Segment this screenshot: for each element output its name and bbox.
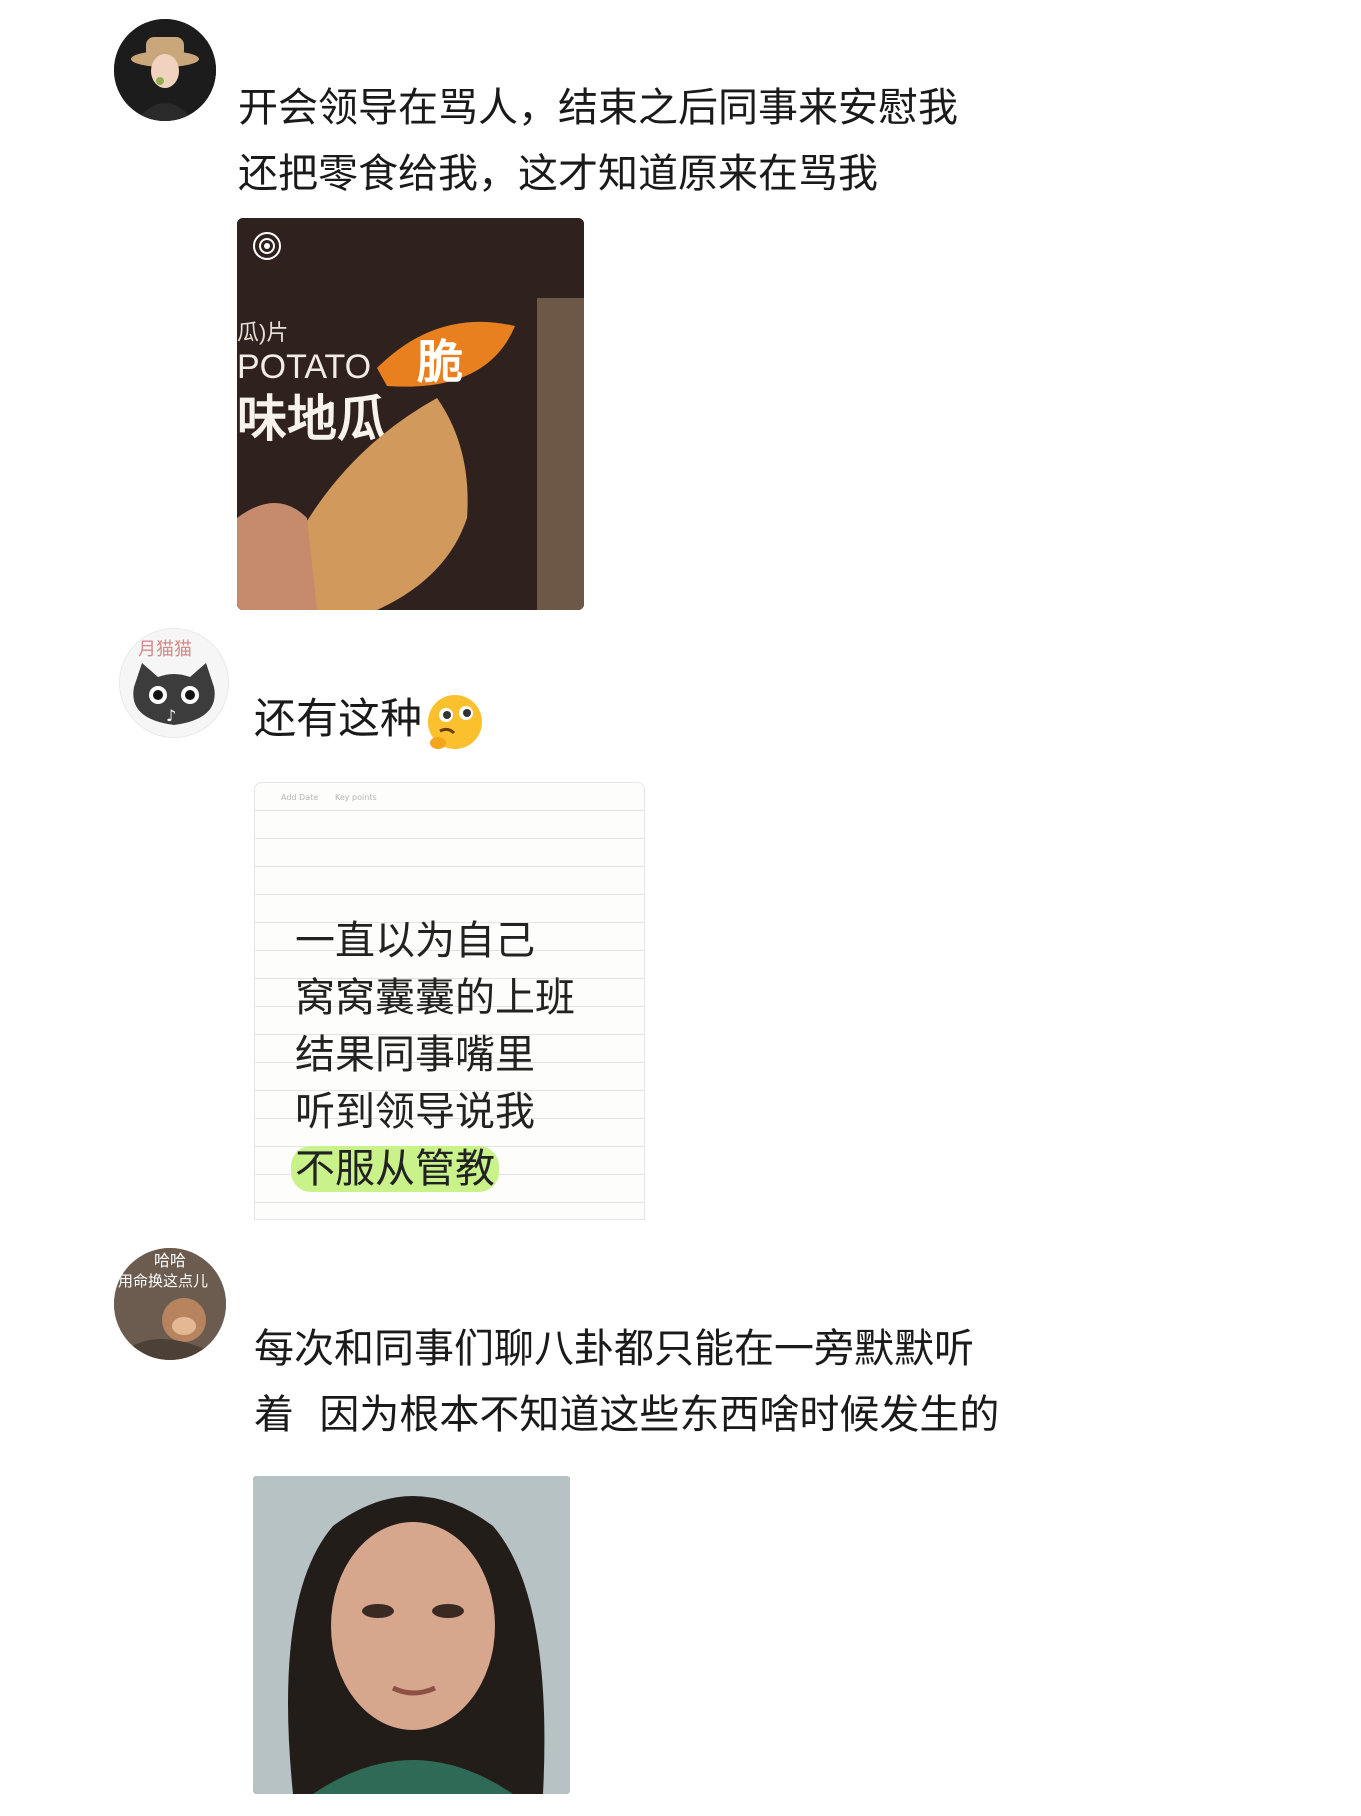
note-line: 结果同事嘴里 <box>295 1032 535 1078</box>
post-3: 哈哈 用命换这点儿 每次和同事们聊八卦都只能在一旁默默听 着 因为根本不知道这些… <box>0 1240 1361 1816</box>
note-line: 一直以为自己 <box>295 918 535 964</box>
badge-text: 脆 <box>416 335 463 389</box>
post-text-line: 还把零食给我，这才知道原来在骂我 <box>238 151 878 197</box>
note-header-right: Key points <box>335 793 377 802</box>
post-text-line: 还有这种 <box>254 694 423 743</box>
potato-chip-bag-image: 瓜)片 POTATO 味地瓜 脆 <box>237 218 584 610</box>
thinking-drool-emoji-icon <box>428 694 483 749</box>
monkey-avatar-icon: 哈哈 用命换这点儿 <box>114 1248 226 1360</box>
woman-portrait-avatar <box>114 19 216 121</box>
woman-face-image <box>253 1476 570 1794</box>
note-line: 听到领导说我 <box>295 1089 535 1135</box>
note-text: 一直以为自己 窝窝囊囊的上班 结果同事嘴里 听到领导说我 不服从管教 <box>291 913 575 1198</box>
woman-face-photo[interactable] <box>253 1476 570 1794</box>
post-text: 开会领导在骂人，结束之后同事来安慰我 还把零食给我，这才知道原来在骂我 <box>238 75 958 207</box>
avatar[interactable] <box>114 19 216 121</box>
post-1: 开会领导在骂人，结束之后同事来安慰我 还把零食给我，这才知道原来在骂我 瓜)片 … <box>0 0 1361 620</box>
note-header-left: Add Date <box>281 793 319 802</box>
cat-avatar-icon: 月猫猫 ♪ <box>120 629 228 737</box>
notebook-image[interactable]: Add Date Key points 一直以为自己 窝窝囊囊的上班 结果同事嘴… <box>254 782 645 1220</box>
post-text-line: 着 因为根本不知道这些东西啥时候发生的 <box>254 1392 1000 1438</box>
post-2: 月猫猫 ♪ 还有这种 Add Date Key points 一直以为自己 窝窝… <box>0 620 1361 1240</box>
svg-text:♪: ♪ <box>166 706 176 725</box>
post-text: 还有这种 <box>254 686 486 753</box>
post-text-line: 开会领导在骂人，结束之后同事来安慰我 <box>238 85 958 131</box>
post-text: 每次和同事们聊八卦都只能在一旁默默听 着 因为根本不知道这些东西啥时候发生的 <box>254 1316 999 1448</box>
note-line: 窝窝囊囊的上班 <box>295 975 575 1021</box>
bag-text-2: POTATO <box>237 348 371 386</box>
note-highlight: 不服从管教 <box>291 1146 499 1192</box>
bag-text-1: 瓜)片 <box>237 320 288 345</box>
bag-text-3: 味地瓜 <box>237 390 387 448</box>
avatar-text: 月猫猫 <box>138 639 192 660</box>
avatar[interactable]: 哈哈 用命换这点儿 <box>114 1248 226 1360</box>
avatar-text-1: 哈哈 <box>154 1251 186 1270</box>
avatar[interactable]: 月猫猫 ♪ <box>119 628 229 738</box>
avatar-text-2: 用命换这点儿 <box>118 1272 208 1290</box>
post-text-line: 每次和同事们聊八卦都只能在一旁默默听 <box>254 1326 974 1372</box>
snack-bag-photo[interactable]: 瓜)片 POTATO 味地瓜 脆 <box>237 218 584 610</box>
